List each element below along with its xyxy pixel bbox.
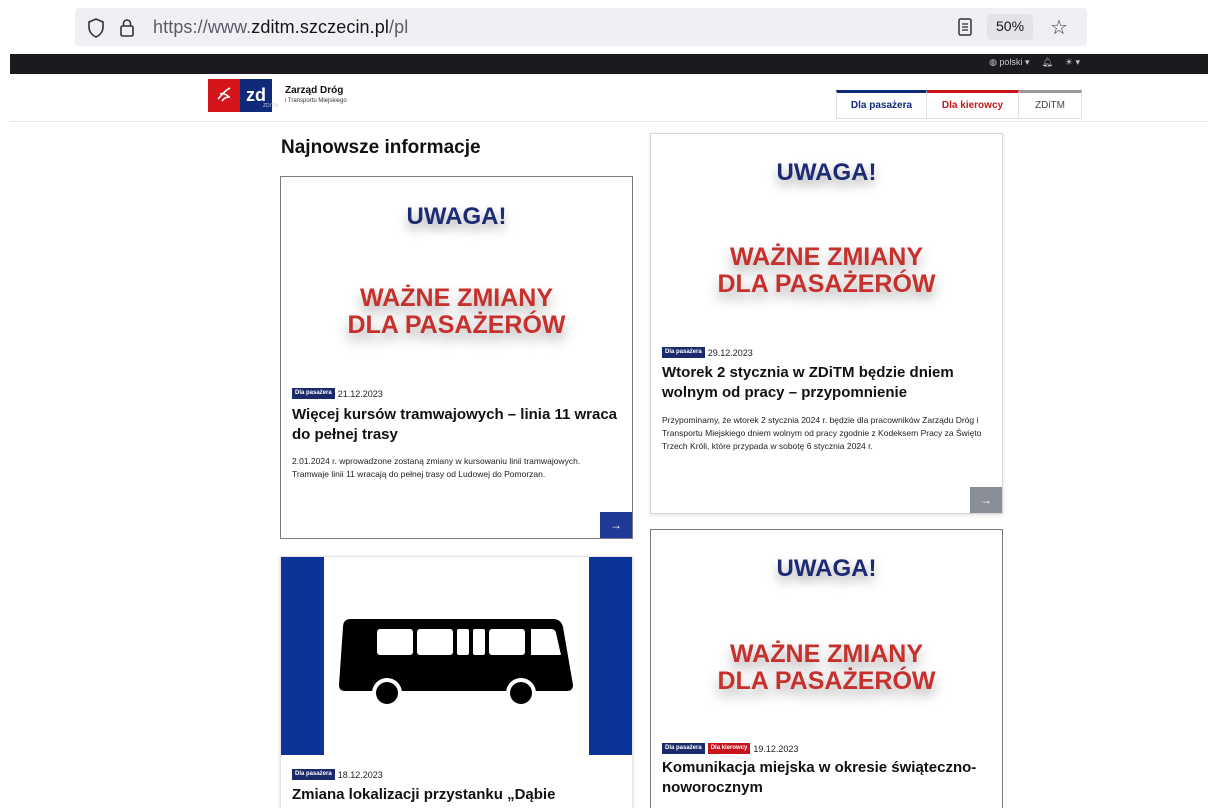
lock-icon[interactable] — [119, 18, 135, 43]
card-date: 29.12.2023 — [707, 347, 753, 358]
card-meta: Dla pasażera Dla kierowcy 19.12.2023 — [662, 743, 798, 754]
read-more-arrow-button[interactable]: → — [600, 512, 632, 538]
browser-url-bar[interactable]: https://www.zditm.szczecin.pl/pl 50% ☆ — [75, 8, 1087, 46]
url-text[interactable]: https://www.zditm.szczecin.pl/pl — [153, 17, 408, 38]
card-description: 2.01.2024 r. wprowadzone zostaną zmiany … — [292, 456, 581, 479]
banner-bar-right — [589, 557, 632, 755]
bus-stop-banner — [281, 557, 632, 755]
site-header: zd ZDiTM Zarząd Dróg i Transportu Miejsk… — [10, 74, 1208, 122]
news-card[interactable]: Dla pasażera 18.12.2023 Zmiana lokalizac… — [280, 556, 633, 808]
read-more-arrow-button[interactable]: → — [970, 487, 1002, 513]
logo-mark-icon — [208, 79, 240, 112]
card-date: 19.12.2023 — [753, 743, 799, 754]
banner-uwaga: UWAGA! — [776, 555, 877, 582]
logo-name: Zarząd Dróg i Transportu Miejskiego — [285, 84, 347, 104]
tab-dla-pasazera[interactable]: Dla pasażera — [836, 90, 927, 119]
logo-small-text: ZDiTM — [263, 103, 278, 109]
card-meta: Dla pasażera 18.12.2023 — [292, 769, 383, 780]
card-meta: Dla pasażera 29.12.2023 — [662, 347, 753, 358]
news-card[interactable]: UWAGA! WAŻNE ZMIANY DLA PASAŻERÓW Dla pas… — [280, 176, 633, 539]
shield-icon[interactable] — [87, 18, 105, 43]
star-bookmark-icon[interactable]: ☆ — [1050, 15, 1068, 40]
card-description: Przypominamy, że wtorek 2 stycznia 2024 … — [662, 415, 982, 451]
category-badge[interactable]: Dla pasażera — [662, 743, 705, 754]
card-date: 21.12.2023 — [337, 388, 383, 399]
category-badge[interactable]: Dla pasażera — [292, 769, 335, 780]
tab-dla-kierowcy[interactable]: Dla kierowcy — [927, 90, 1019, 119]
news-card[interactable]: UWAGA! WAŻNE ZMIANY DLA PASAŻERÓW Dla pas… — [650, 529, 1003, 808]
main-nav: Dla pasażera Dla kierowcy ZDiTM — [836, 90, 1082, 119]
card-title[interactable]: Komunikacja miejska w okresie świąteczno… — [662, 758, 988, 798]
card-title[interactable]: Więcej kursów tramwajowych – linia 11 wr… — [292, 405, 618, 445]
card-meta: Dla pasażera 21.12.2023 — [292, 388, 383, 399]
card-title[interactable]: Zmiana lokalizacji przystanku „Dąbie — [292, 785, 618, 805]
banner-uwaga: UWAGA! — [776, 159, 877, 186]
category-badge-kierowcy[interactable]: Dla kierowcy — [707, 743, 751, 754]
section-title: Najnowsze informacje — [281, 137, 481, 158]
news-card[interactable]: UWAGA! WAŻNE ZMIANY DLA PASAŻERÓW Dla pas… — [650, 133, 1003, 514]
bus-icon — [339, 619, 573, 708]
theme-toggle-sun-icon[interactable]: ☀ ▾ — [1065, 57, 1080, 68]
site-top-strip: ◍ polski ▾ 🔔︎ ☀ ▾ — [10, 54, 1208, 74]
card-title[interactable]: Wtorek 2 stycznia w ZDiTM będzie dniem w… — [662, 363, 988, 403]
bell-icon[interactable]: 🔔︎ — [1041, 57, 1052, 68]
category-badge[interactable]: Dla pasażera — [292, 388, 335, 399]
site-logo[interactable]: zd ZDiTM Zarząd Dróg i Transportu Miejsk… — [208, 79, 347, 112]
language-selector[interactable]: ◍ polski ▾ — [989, 57, 1029, 68]
tab-zditm[interactable]: ZDiTM — [1019, 90, 1082, 119]
zoom-level-button[interactable]: 50% — [987, 14, 1034, 40]
card-date: 18.12.2023 — [337, 769, 383, 780]
banner-wazne: WAŻNE ZMIANY DLA PASAŻERÓW — [717, 640, 936, 695]
banner-wazne: WAŻNE ZMIANY DLA PASAŻERÓW — [347, 284, 566, 339]
banner-wazne: WAŻNE ZMIANY DLA PASAŻERÓW — [717, 243, 936, 298]
category-badge[interactable]: Dla pasażera — [662, 347, 705, 358]
banner-bar-left — [281, 557, 324, 755]
banner-uwaga: UWAGA! — [406, 203, 507, 230]
reader-view-icon[interactable] — [957, 17, 973, 42]
